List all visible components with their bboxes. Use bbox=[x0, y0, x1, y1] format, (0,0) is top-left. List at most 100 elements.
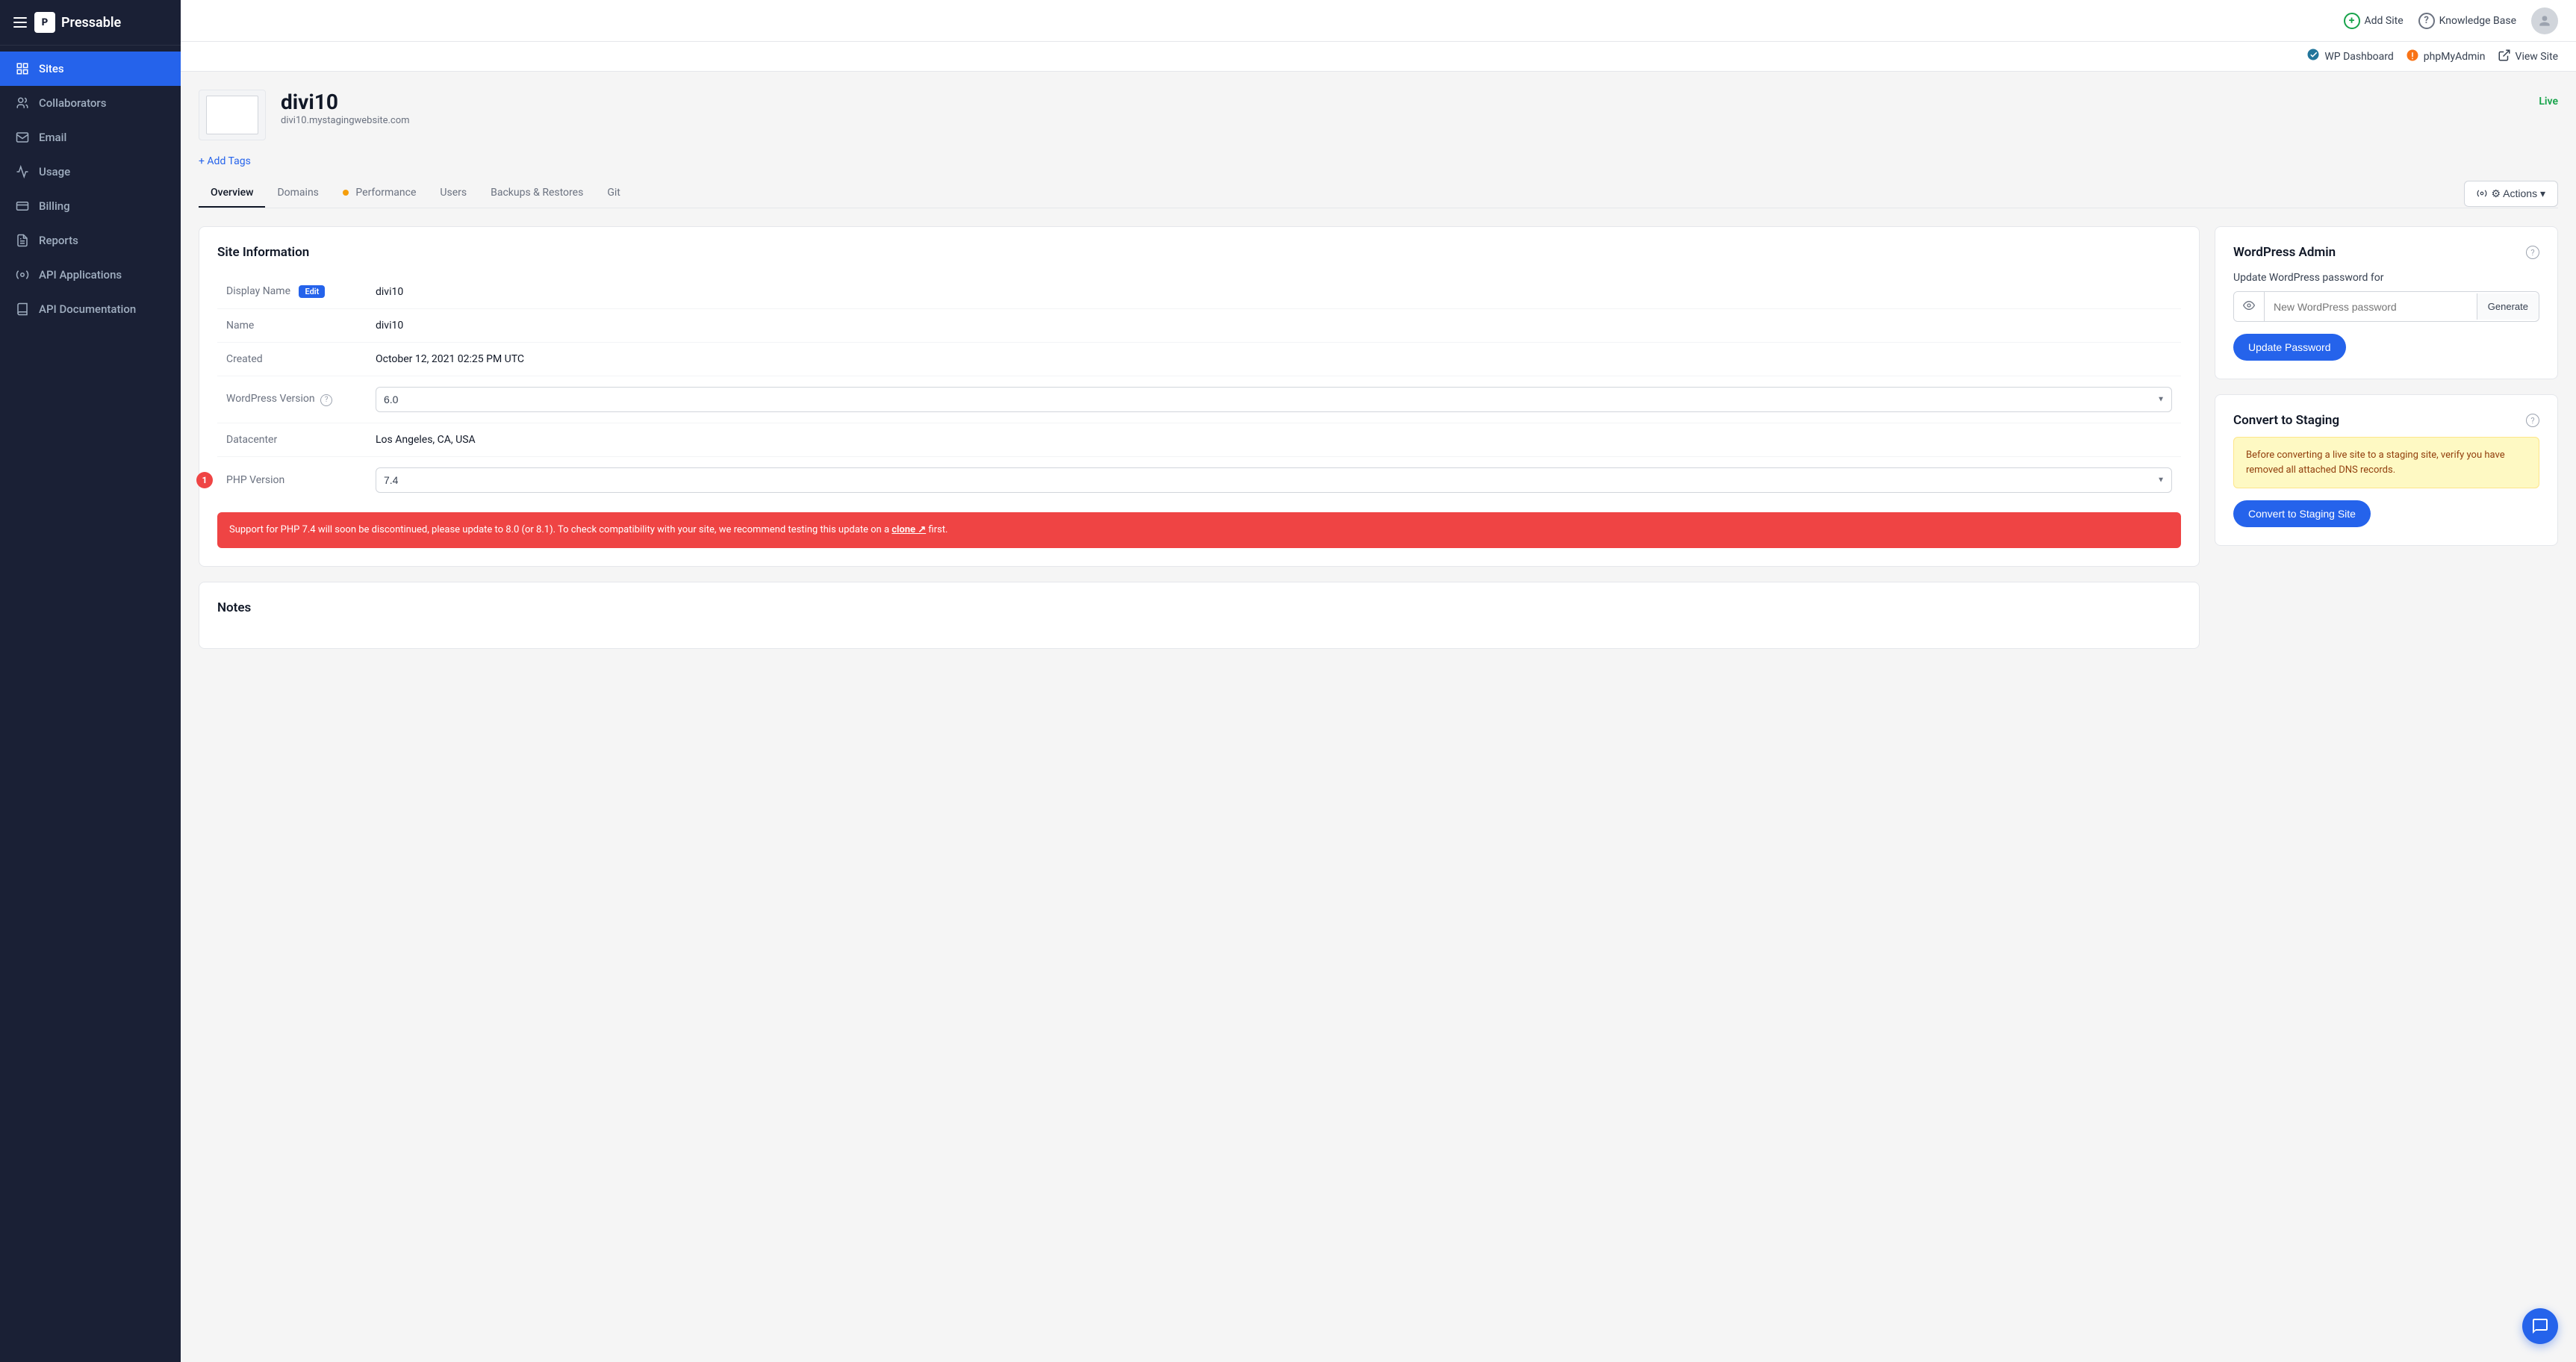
sidebar-item-reports[interactable]: Reports bbox=[0, 223, 181, 258]
password-field: Generate bbox=[2233, 291, 2539, 322]
table-row-php-version: 1 PHP Version 7.4 8.0 8.1 bbox=[217, 457, 2181, 504]
tab-performance[interactable]: Performance bbox=[331, 179, 428, 208]
sidebar-item-email[interactable]: Email bbox=[0, 120, 181, 155]
wp-dashboard-icon bbox=[2306, 48, 2320, 65]
site-header: divi10 divi10.mystagingwebsite.com Live bbox=[199, 90, 2558, 140]
notes-title: Notes bbox=[217, 600, 2181, 615]
tab-git-label: Git bbox=[607, 187, 620, 199]
tab-domains[interactable]: Domains bbox=[265, 179, 330, 208]
add-site-button[interactable]: + Add Site bbox=[2344, 13, 2404, 29]
wp-admin-card-header: WordPress Admin ? bbox=[2233, 245, 2539, 260]
datacenter-value: Los Angeles, CA, USA bbox=[367, 423, 2181, 457]
staging-warning-text: Before converting a live site to a stagi… bbox=[2233, 437, 2539, 488]
php-warning-clone-link[interactable]: clone ↗ bbox=[892, 524, 926, 535]
sidebar-item-billing-label: Billing bbox=[39, 199, 70, 213]
pressable-logo-text: Pressable bbox=[61, 15, 121, 31]
php-version-select-cell: 7.4 8.0 8.1 bbox=[367, 457, 2181, 504]
site-information-card: Site Information Display Name Edit divi1… bbox=[199, 226, 2200, 567]
site-thumbnail-inner bbox=[206, 96, 258, 134]
tab-backups-restores[interactable]: Backups & Restores bbox=[479, 179, 595, 208]
left-column: Site Information Display Name Edit divi1… bbox=[199, 226, 2200, 649]
add-site-icon: + bbox=[2344, 13, 2360, 29]
actions-button-label: ⚙ Actions ▾ bbox=[2492, 187, 2546, 200]
usage-icon bbox=[15, 164, 30, 179]
tab-users[interactable]: Users bbox=[428, 179, 479, 208]
sidebar-item-api-documentation-label: API Documentation bbox=[39, 302, 136, 316]
new-password-input[interactable] bbox=[2265, 293, 2477, 320]
knowledge-base-button[interactable]: ? Knowledge Base bbox=[2418, 13, 2516, 29]
wp-dashboard-button[interactable]: WP Dashboard bbox=[2306, 48, 2393, 65]
sidebar-item-reports-label: Reports bbox=[39, 234, 78, 247]
sidebar-item-api-applications-label: API Applications bbox=[39, 268, 122, 282]
knowledge-base-label: Knowledge Base bbox=[2439, 15, 2516, 27]
wp-admin-title: WordPress Admin bbox=[2233, 245, 2336, 260]
datacenter-label: Datacenter bbox=[217, 423, 367, 457]
php-warning-text: Support for PHP 7.4 will soon be discont… bbox=[229, 524, 892, 535]
sidebar-item-email-label: Email bbox=[39, 131, 66, 144]
sidebar-item-api-documentation[interactable]: API Documentation bbox=[0, 292, 181, 326]
tab-backups-restores-label: Backups & Restores bbox=[491, 187, 583, 199]
sidebar-item-api-applications[interactable]: API Applications bbox=[0, 258, 181, 292]
sidebar-item-sites-label: Sites bbox=[39, 62, 64, 75]
user-avatar[interactable] bbox=[2531, 7, 2558, 34]
pressable-logo-letter: P bbox=[42, 17, 48, 28]
name-label: Name bbox=[217, 309, 367, 343]
php-warning-badge: 1 bbox=[196, 472, 213, 488]
wp-version-help-icon[interactable]: ? bbox=[320, 394, 332, 406]
sidebar-item-billing[interactable]: Billing bbox=[0, 189, 181, 223]
site-url[interactable]: divi10.mystagingwebsite.com bbox=[281, 115, 410, 126]
site-info: divi10 divi10.mystagingwebsite.com bbox=[281, 90, 2524, 126]
topbar: + Add Site ? Knowledge Base bbox=[181, 0, 2576, 42]
wp-version-select[interactable]: 6.0 6.1 6.2 bbox=[376, 387, 2172, 412]
tab-domains-label: Domains bbox=[277, 187, 318, 199]
site-status: Live bbox=[2539, 90, 2558, 108]
add-tags-button[interactable]: + Add Tags bbox=[199, 155, 2558, 167]
email-icon bbox=[15, 130, 30, 145]
password-toggle-button[interactable] bbox=[2234, 292, 2265, 321]
knowledge-base-icon: ? bbox=[2418, 13, 2435, 29]
sites-icon bbox=[15, 61, 30, 76]
notes-card: Notes bbox=[199, 582, 2200, 649]
wp-version-select-wrapper: 6.0 6.1 6.2 bbox=[376, 387, 2172, 412]
chat-button[interactable] bbox=[2522, 1308, 2558, 1344]
table-row-created: Created October 12, 2021 02:25 PM UTC bbox=[217, 343, 2181, 376]
staging-help-icon[interactable]: ? bbox=[2526, 414, 2539, 427]
sidebar: P Pressable Sites Collaborators Email bbox=[0, 0, 181, 1362]
phpmyadmin-label: phpMyAdmin bbox=[2424, 51, 2486, 63]
php-version-select-wrapper: 7.4 8.0 8.1 bbox=[376, 467, 2172, 493]
php-warning-text-end: first. bbox=[926, 524, 948, 535]
tab-overview[interactable]: Overview bbox=[199, 179, 265, 208]
php-version-select[interactable]: 7.4 8.0 8.1 bbox=[376, 467, 2172, 493]
created-label: Created bbox=[217, 343, 367, 376]
main-area: + Add Site ? Knowledge Base WP Dashboard… bbox=[181, 0, 2576, 1362]
sidebar-nav: Sites Collaborators Email Usage Billing bbox=[0, 46, 181, 1362]
site-info-title: Site Information bbox=[217, 245, 2181, 260]
view-site-button[interactable]: View Site bbox=[2498, 49, 2558, 65]
display-name-edit-button[interactable]: Edit bbox=[299, 285, 325, 298]
billing-icon bbox=[15, 199, 30, 214]
sidebar-item-usage[interactable]: Usage bbox=[0, 155, 181, 189]
wp-admin-help-icon[interactable]: ? bbox=[2526, 246, 2539, 259]
hamburger-menu[interactable] bbox=[13, 17, 27, 28]
tab-overview-label: Overview bbox=[211, 187, 253, 199]
phpmyadmin-icon bbox=[2406, 49, 2419, 65]
convert-to-staging-button[interactable]: Convert to Staging Site bbox=[2233, 500, 2371, 527]
add-site-label: Add Site bbox=[2365, 15, 2404, 27]
sidebar-item-collaborators[interactable]: Collaborators bbox=[0, 86, 181, 120]
wp-dashboard-label: WP Dashboard bbox=[2324, 51, 2393, 63]
tab-git[interactable]: Git bbox=[595, 179, 632, 208]
staging-card-header: Convert to Staging ? bbox=[2233, 413, 2539, 428]
site-name: divi10 bbox=[281, 90, 2524, 114]
api-applications-icon bbox=[15, 267, 30, 282]
staging-title: Convert to Staging bbox=[2233, 413, 2339, 428]
right-column: WordPress Admin ? Update WordPress passw… bbox=[2215, 226, 2558, 649]
sidebar-item-sites[interactable]: Sites bbox=[0, 52, 181, 86]
update-password-button[interactable]: Update Password bbox=[2233, 334, 2346, 361]
generate-password-button[interactable]: Generate bbox=[2477, 293, 2539, 320]
tab-users-label: Users bbox=[440, 187, 467, 199]
phpmyadmin-button[interactable]: phpMyAdmin bbox=[2406, 49, 2486, 65]
actions-button[interactable]: ⚙ Actions ▾ bbox=[2464, 181, 2559, 207]
sidebar-header: P Pressable bbox=[0, 0, 181, 46]
wp-version-label: WordPress Version ? bbox=[217, 376, 367, 423]
name-value: divi10 bbox=[367, 309, 2181, 343]
